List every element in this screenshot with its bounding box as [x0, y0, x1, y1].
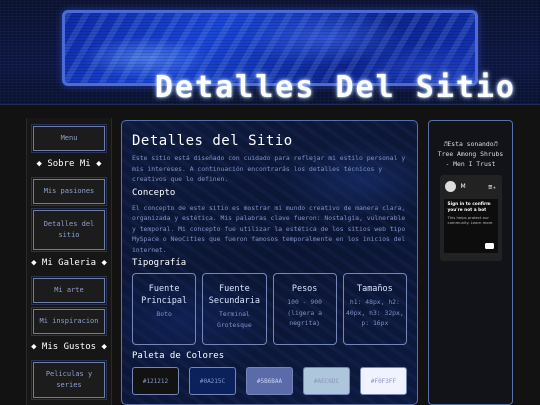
sidebar-heading-mis-gustos: ◆ Mis Gustos ◆	[31, 342, 107, 352]
card-title: Fuente Principal	[141, 284, 188, 306]
typography-heading: Tipografía	[132, 258, 187, 268]
sidebar-item-mis-pasiones[interactable]: Mis pasiones	[31, 177, 107, 206]
youtube-logo-icon[interactable]	[484, 243, 494, 249]
sidebar-item-detalles-del-sitio[interactable]: Detalles del sitio	[31, 208, 107, 252]
site-header: Detalles Del Sitio	[0, 0, 540, 105]
card-title: Pesos	[291, 284, 318, 294]
sidebar-item-mi-arte[interactable]: Mi arte	[31, 276, 107, 305]
color-swatch: #F0F3FF	[360, 367, 407, 395]
sign-in-subtext[interactable]: This helps protect our community. Learn …	[448, 215, 494, 225]
youtube-embed[interactable]: M ≡₊ Sign in to confirm you're not a bot…	[439, 175, 502, 261]
color-swatch: #AEC6DC	[303, 367, 350, 395]
intro-text: Este sitio está diseñado con cuidado par…	[132, 154, 406, 183]
embed-top-bar: M ≡₊	[440, 175, 502, 192]
typography-cards: Fuente Principal Boto Fuente Secundaria …	[132, 273, 407, 345]
card-desc: h1: 48px, h2: 40px, h3: 32px, p: 16px	[346, 298, 404, 327]
color-swatch: #121212	[132, 367, 179, 395]
typography-card: Fuente Secundaria Terminal Grotesque	[202, 273, 267, 345]
sidebar-item-peliculas-y-series[interactable]: Peliculas y series	[31, 360, 107, 400]
main-content: Detalles del Sitio Este sitio está diseñ…	[121, 120, 418, 405]
color-palette: #121212 #0A215C #5B6BAA #AEC6DC #F0F3FF	[132, 367, 407, 395]
sidebar-item-menu[interactable]: Menu	[31, 124, 107, 153]
card-desc: 100 - 900 (ligera a negrita)	[287, 298, 322, 327]
color-swatch: #5B6BAA	[246, 367, 293, 395]
music-panel: ♬Esta sonando♬ Tree Among Shrubs - Men I…	[428, 120, 513, 405]
sidebar-item-mi-inspiracion[interactable]: Mi inspiracion	[31, 307, 107, 336]
card-title: Tamaños	[356, 284, 393, 294]
queue-icon[interactable]: ≡₊	[488, 183, 496, 191]
sidebar-heading-mi-galeria: ◆ Mi Galeria ◆	[31, 258, 107, 268]
typography-card: Pesos 100 - 900 (ligera a negrita)	[272, 273, 337, 345]
typography-card: Tamaños h1: 48px, h2: 40px, h3: 32px, p:…	[342, 273, 407, 345]
sidebar-nav: Menu ◆ Sobre Mi ◆ Mis pasiones Detalles …	[26, 118, 112, 405]
sidebar-heading-sobre-mi: ◆ Sobre Mi ◆	[36, 159, 102, 169]
channel-letter: M	[460, 183, 466, 190]
page-title: Detalles del Sitio	[132, 133, 293, 149]
concept-heading: Concepto	[132, 187, 176, 198]
card-desc: Terminal Grotesque	[217, 310, 252, 329]
site-title: Detalles Del Sitio	[154, 70, 516, 105]
card-desc: Boto	[156, 310, 172, 318]
now-playing-track: Tree Among Shrubs - Men I Trust	[437, 150, 504, 168]
color-swatch: #0A215C	[189, 367, 236, 395]
sign-in-heading: Sign in to confirm you're not a bot	[447, 202, 491, 213]
palette-heading: Paleta de Colores	[132, 351, 225, 361]
channel-avatar[interactable]	[444, 181, 456, 192]
now-playing-label: ♬Esta sonando♬	[443, 140, 498, 148]
sign-in-notice: Sign in to confirm you're not a bot This…	[443, 199, 498, 253]
concept-text: El concepto de este sitio es mostrar mi …	[132, 203, 406, 254]
typography-card: Fuente Principal Boto	[132, 273, 197, 345]
card-title: Fuente Secundaria	[208, 284, 260, 306]
